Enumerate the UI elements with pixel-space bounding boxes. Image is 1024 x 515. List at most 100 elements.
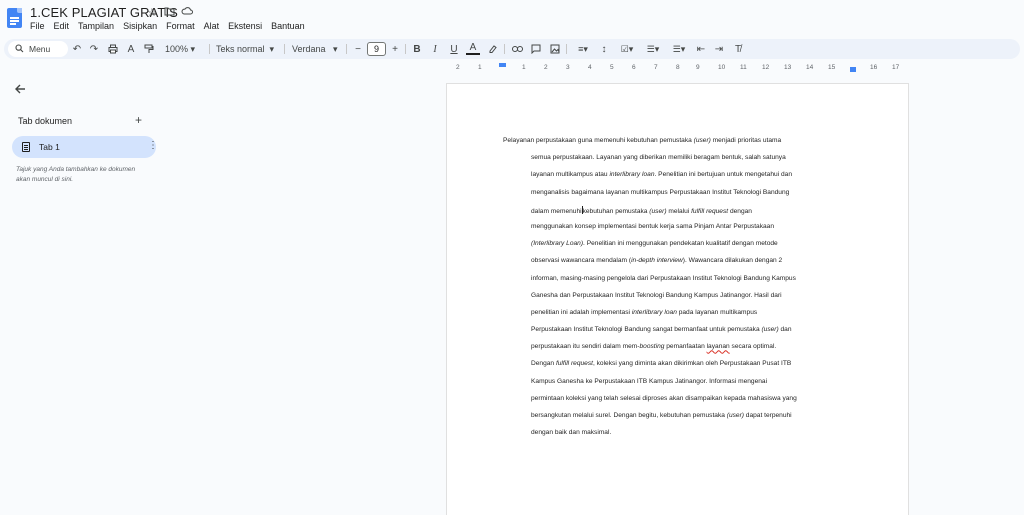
text-color-icon[interactable]: A — [466, 42, 480, 55]
right-indent-marker[interactable] — [850, 67, 856, 72]
ruler[interactable]: 2 1 1 2 3 4 5 6 7 8 9 10 11 12 13 14 15 … — [446, 63, 909, 75]
text-line[interactable]: menganalisis bagaimana layanan multikamp… — [503, 189, 853, 206]
menu-insert[interactable]: Sisipkan — [123, 21, 157, 31]
menu-view[interactable]: Tampilan — [78, 21, 114, 31]
spellcheck-icon[interactable]: A — [124, 42, 138, 56]
back-arrow-icon[interactable] — [14, 82, 26, 98]
document-tab-icon — [22, 142, 30, 152]
search-icon — [15, 43, 24, 55]
toolbar-divider — [284, 44, 285, 54]
numbered-list-select[interactable]: ☰▾ — [668, 42, 690, 56]
menu-edit[interactable]: Edit — [54, 21, 70, 31]
menu-help[interactable]: Bantuan — [271, 21, 305, 31]
text-run: fulfill request — [691, 207, 729, 215]
ruler-tick: 15 — [828, 64, 836, 71]
document-page[interactable]: Pelayanan perpustakaan guna memenuhi keb… — [446, 83, 909, 515]
text-line[interactable]: Perpustakaan Institut Teknologi Bandung … — [503, 326, 853, 343]
ruler-tick: 13 — [784, 64, 792, 71]
ruler-tick: 7 — [654, 64, 658, 71]
decrease-font-size-button[interactable]: − — [351, 42, 365, 56]
align-select[interactable]: ≡▾ — [572, 42, 594, 56]
text-line[interactable]: layanan multikampus atau interlibrary lo… — [503, 171, 853, 188]
redo-icon[interactable]: ↷ — [87, 42, 101, 56]
folder-icon[interactable] — [164, 6, 175, 19]
text-line[interactable]: Dengan fulfill request, koleksi yang dim… — [503, 360, 853, 377]
zoom-select[interactable]: 100% ▾ — [165, 42, 195, 56]
toolbar-divider — [405, 44, 406, 54]
image-icon[interactable] — [548, 42, 562, 56]
decrease-indent-icon[interactable]: ⇤ — [694, 42, 708, 56]
text-run: , koleksi yang diminta akan dikirimkan o… — [592, 360, 792, 368]
text-line[interactable]: dalam memenuhikebutuhan pemustaka (user)… — [503, 205, 853, 223]
menu-format[interactable]: Format — [166, 21, 195, 31]
more-options-icon[interactable]: ⋮ — [148, 140, 158, 151]
ruler-tick: 2 — [456, 64, 460, 71]
checklist-select[interactable]: ☑▾ — [616, 42, 638, 56]
highlight-icon[interactable] — [486, 42, 500, 56]
increase-font-size-button[interactable]: + — [388, 42, 402, 56]
menu-file[interactable]: File — [30, 21, 45, 31]
first-line-indent-marker[interactable] — [499, 63, 506, 67]
text-run: Perpustakaan Institut Teknologi Bandung … — [531, 326, 762, 334]
line-spacing-icon[interactable]: ↕ — [597, 42, 611, 56]
star-icon[interactable]: ☆ — [147, 6, 157, 19]
text-run: (user) — [761, 326, 779, 334]
italic-icon[interactable]: I — [428, 42, 442, 56]
docs-logo-icon[interactable] — [7, 8, 22, 28]
undo-icon[interactable]: ↶ — [70, 42, 84, 56]
font-size-input[interactable]: 9 — [367, 42, 386, 56]
paint-format-icon[interactable] — [142, 42, 156, 56]
text-run: penelitian ini adalah implementasi — [531, 308, 632, 316]
text-run: menggunakan konsep implementasi bentuk k… — [531, 222, 775, 230]
text-line[interactable]: semua perpustakaan. Layanan yang diberik… — [503, 154, 853, 171]
menu-extensions[interactable]: Ekstensi — [228, 21, 262, 31]
text-line[interactable]: Kampus Ganesha ke Perpustakaan ITB Kampu… — [503, 378, 853, 395]
font-select[interactable]: Verdana ▾ — [292, 42, 338, 56]
menu-bar: File Edit Tampilan Sisipkan Format Alat … — [30, 21, 314, 31]
paragraph-style-select[interactable]: Teks normal ▾ — [216, 42, 274, 56]
text-line[interactable]: bersangkutan melalui surel. Dengan begit… — [503, 412, 853, 429]
bold-icon[interactable]: B — [410, 42, 424, 56]
text-line[interactable]: perpustakaan itu sendiri dalam mem-boost… — [503, 343, 853, 360]
print-icon[interactable] — [106, 42, 120, 56]
link-icon[interactable] — [510, 42, 524, 56]
menu-tools[interactable]: Alat — [204, 21, 220, 31]
text-run: . Penelitian ini bertujuan untuk mengeta… — [654, 171, 792, 179]
text-run: melalui — [666, 207, 692, 215]
increase-indent-icon[interactable]: ⇥ — [712, 42, 726, 56]
toolbar-divider — [566, 44, 567, 54]
ruler-tick: 10 — [718, 64, 726, 71]
text-run: Pelayanan perpustakaan guna memenuhi keb… — [503, 137, 694, 144]
text-line[interactable]: Pelayanan perpustakaan guna memenuhi keb… — [503, 137, 853, 154]
paragraph-style-value: Teks normal — [216, 44, 265, 54]
text-line[interactable]: menggunakan konsep implementasi bentuk k… — [503, 223, 853, 240]
underline-icon[interactable]: U — [447, 42, 461, 56]
font-value: Verdana — [292, 44, 326, 54]
text-line[interactable]: dengan baik dan maksimal. — [503, 429, 853, 446]
text-line[interactable]: (Interlibrary Loan). Penelitian ini meng… — [503, 240, 853, 257]
ruler-tick: 11 — [740, 64, 747, 71]
add-tab-icon[interactable]: + — [135, 113, 142, 127]
text-line[interactable]: Ganesha dan Perpustakaan Institut Teknol… — [503, 292, 853, 309]
text-line[interactable]: informan, masing-masing pengelola dari P… — [503, 275, 853, 292]
cloud-status-icon[interactable] — [181, 6, 193, 19]
document-tabs-header: Tab dokumen — [18, 116, 73, 126]
text-line[interactable]: permintaan koleksi yang telah selesai di… — [503, 395, 853, 412]
comment-icon[interactable] — [529, 42, 543, 56]
toolbar-divider — [504, 44, 505, 54]
text-line[interactable]: observasi wawancara mendalam (in-depth i… — [503, 257, 853, 274]
text-run: dalam memenuhi — [531, 207, 582, 215]
text-run: fulfill request — [555, 360, 593, 368]
menu-search[interactable]: Menu — [8, 41, 68, 57]
ruler-tick: 12 — [762, 64, 770, 71]
text-run: bersangkutan melalui surel. Dengan begit… — [531, 412, 727, 419]
ruler-tick: 16 — [870, 64, 878, 71]
tab-1[interactable]: Tab 1 ⋮ — [12, 136, 158, 158]
body-paragraph[interactable]: Pelayanan perpustakaan guna memenuhi keb… — [503, 137, 853, 446]
ruler-tick: 6 — [632, 64, 636, 71]
text-line[interactable]: penelitian ini adalah implementasi inter… — [503, 309, 853, 326]
bulleted-list-select[interactable]: ☰▾ — [642, 42, 664, 56]
ruler-tick: 8 — [676, 64, 680, 71]
text-run: (user) — [649, 207, 667, 215]
clear-formatting-icon[interactable]: T̸ — [731, 42, 745, 56]
